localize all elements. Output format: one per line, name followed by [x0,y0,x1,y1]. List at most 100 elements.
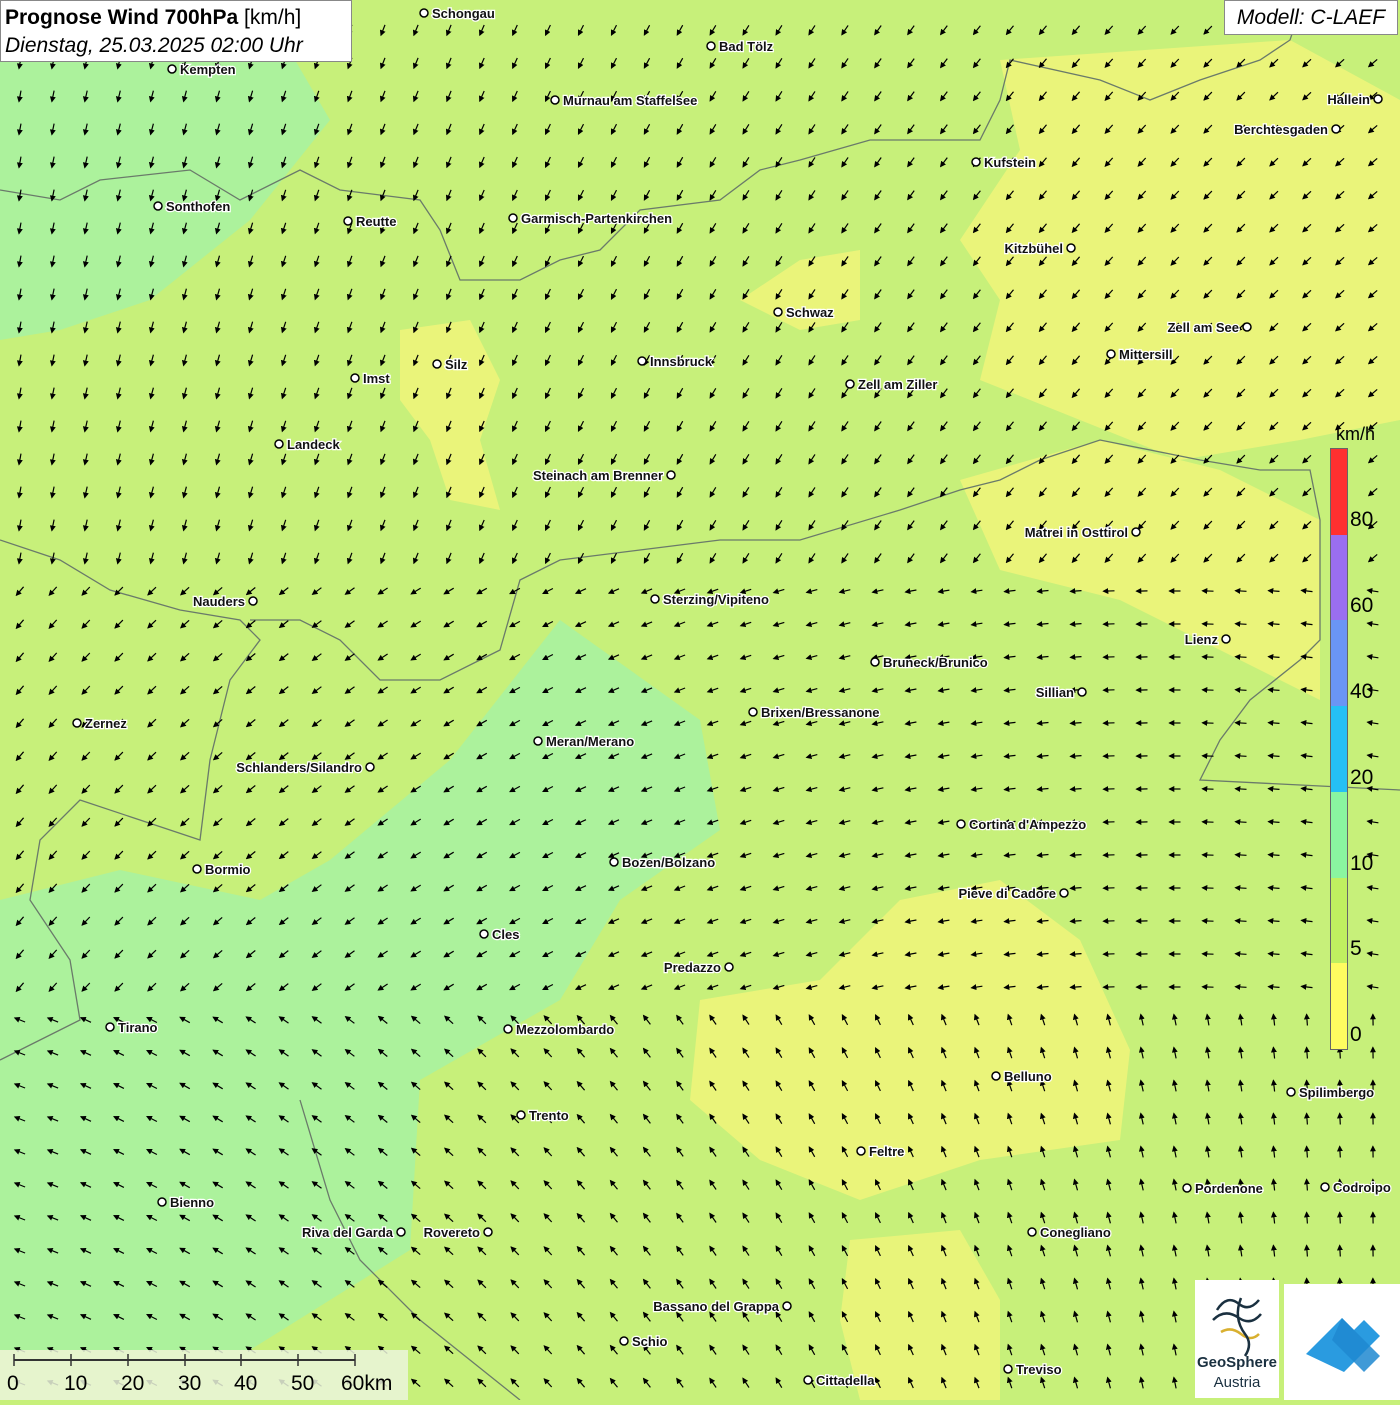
forecast-datetime: Dienstag, 25.03.2025 02:00 Uhr [5,32,347,60]
city-marker [504,1025,512,1033]
legend-color-segment [1331,620,1347,706]
title-unit: [km/h] [244,6,301,29]
city-marker [1374,95,1382,103]
logo-subtitle: Austria [1195,1374,1279,1391]
city-marker [344,217,352,225]
city-marker [106,1023,114,1031]
wind-arrow [1236,987,1247,988]
city-label: Sterzing/Vipiteno [663,592,769,607]
city-marker [168,65,176,73]
wind-arrow [1236,888,1247,889]
city-label: Zell am Ziller [858,377,937,392]
city-marker [509,214,517,222]
wind-map[interactable]: SchongauBad TölzKemptenMurnau am Staffel… [0,0,1400,1400]
city-label: Bassano del Grappa [653,1299,779,1314]
legend-label: 20 [1350,766,1373,790]
city-marker [433,360,441,368]
city-label: Feltre [869,1144,904,1159]
city-label: Kufstein [984,155,1036,170]
legend-color-segment [1331,449,1347,535]
wind-arrow [1071,624,1082,625]
wind-arrow [1071,789,1082,790]
city-marker [620,1337,628,1345]
city-label: Spilimbergo [1299,1085,1374,1100]
scale-label: 50 [291,1372,314,1396]
wind-arrow [1071,591,1082,592]
legend-label: 60 [1350,594,1373,618]
city-label: Kempten [180,62,236,77]
city-marker [651,595,659,603]
city-label: Landeck [287,437,341,452]
wind-arrow [1307,1213,1308,1224]
city-label: Schio [632,1334,667,1349]
wind-arrow [1340,1114,1341,1125]
wind-arrow [1236,657,1247,658]
wind-arrow [1071,723,1082,724]
legend-label: 0 [1350,1023,1362,1047]
city-marker [749,708,757,716]
wind-arrow [1236,756,1247,757]
city-marker [158,1198,166,1206]
wind-arrow [1071,855,1082,856]
city-marker [1132,528,1140,536]
title-box: Prognose Wind 700hPa [km/h] Dienstag, 25… [0,0,352,62]
city-marker [1028,1228,1036,1236]
city-label: Mittersill [1119,347,1172,362]
wind-arrow [1236,624,1247,625]
logo-name: GeoSphere [1195,1354,1279,1371]
city-label: Matrei in Osttirol [1025,525,1128,540]
city-label: Reutte [356,214,396,229]
city-marker [707,42,715,50]
city-label: Belluno [1004,1069,1052,1084]
city-marker [1321,1183,1329,1191]
city-marker [804,1376,812,1384]
city-marker [774,308,782,316]
city-label: Treviso [1016,1362,1062,1377]
legend-color-bar [1330,448,1348,1050]
geosphere-logo[interactable]: GeoSphere Austria [1195,1280,1279,1398]
city-marker [972,158,980,166]
city-marker [992,1072,1000,1080]
wind-arrow [1269,723,1280,724]
scale-label: 0 [7,1372,19,1396]
legend-unit: km/h [1336,424,1375,445]
city-marker [1287,1088,1295,1096]
city-label: Riva del Garda [302,1225,394,1240]
wind-arrow [1307,1048,1308,1059]
city-marker [551,96,559,104]
city-label: Meran/Merano [546,734,634,749]
wind-arrow [1236,690,1247,691]
wind-arrow [1269,921,1280,922]
city-label: Berchtesgaden [1234,122,1328,137]
city-label: Schwaz [786,305,834,320]
wind-arrow [1269,855,1280,856]
city-label: Bozen/Bolzano [622,855,715,870]
legend-label: 40 [1350,680,1373,704]
wind-arrow [1340,1246,1341,1257]
legend-label: 80 [1350,508,1373,532]
city-label: Sonthofen [166,199,230,214]
wind-arrow [1340,1213,1341,1224]
wind-arrow [1269,690,1280,691]
geosphere-logo-icon [1195,1280,1279,1360]
city-label: Pordenone [1195,1181,1263,1196]
city-marker [1332,125,1340,133]
legend-color-segment [1331,792,1347,878]
city-marker [1078,688,1086,696]
wind-arrow [1236,723,1247,724]
city-marker [857,1147,865,1155]
city-label: Cles [492,927,519,942]
city-marker [610,858,618,866]
city-marker [1067,244,1075,252]
city-label: Rovereto [424,1225,480,1240]
city-label: Bormio [205,862,251,877]
app-logo[interactable] [1284,1284,1400,1400]
wind-arrow [1307,1147,1308,1158]
city-label: Bienno [170,1195,214,1210]
city-marker [249,597,257,605]
city-marker [1004,1365,1012,1373]
city-label: Sillian [1036,685,1074,700]
city-marker [871,658,879,666]
city-marker [154,202,162,210]
city-marker [193,865,201,873]
